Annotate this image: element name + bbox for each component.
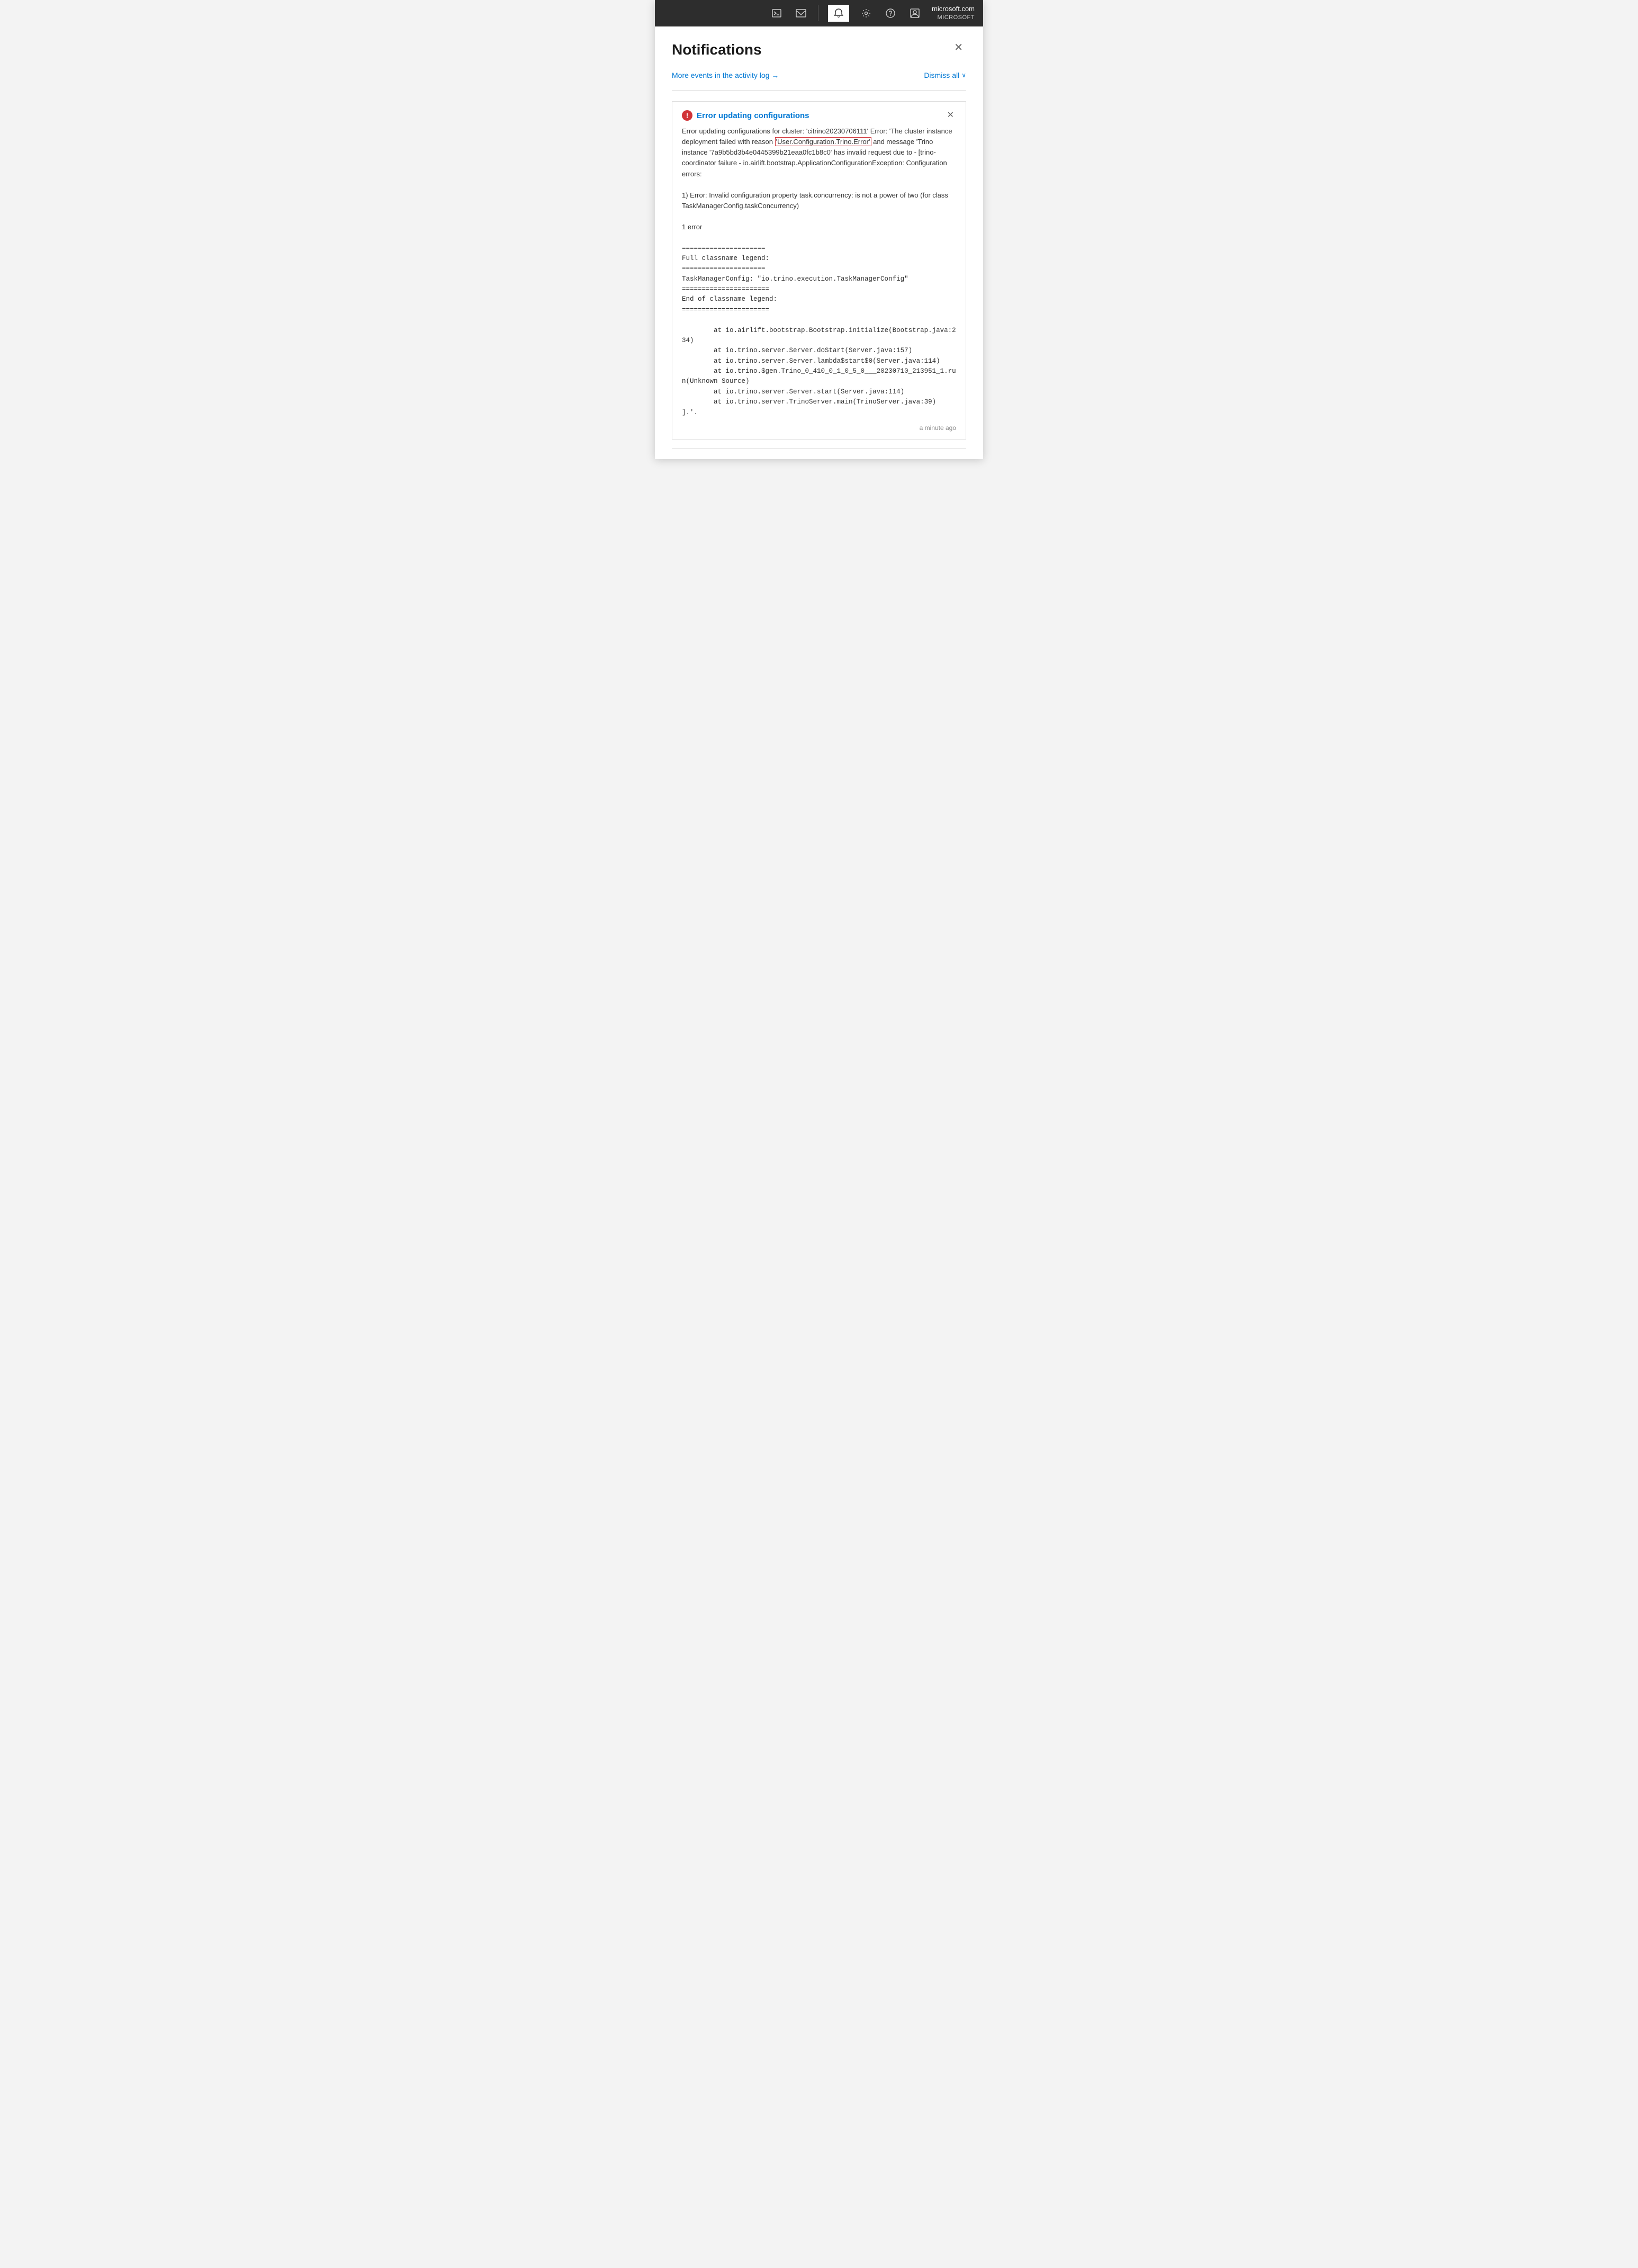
page-title: Notifications [672,41,762,58]
settings-icon[interactable] [859,6,874,21]
top-nav: microsoft.com MICROSOFT [655,0,983,26]
bottom-divider [672,448,966,449]
dismiss-all-button[interactable]: Dismiss all ∨ [924,71,966,79]
notification-title: Error updating configurations [697,111,809,120]
notification-error-count: 1 error [682,223,702,231]
notification-error-detail: 1) Error: Invalid configuration property… [682,191,948,210]
notification-close-button[interactable]: ✕ [945,111,956,120]
notification-title-row: ! Error updating configurations [682,110,809,121]
nav-user-domain: microsoft.com [932,5,975,14]
dismiss-all-label: Dismiss all [924,71,959,79]
notification-footer: a minute ago [682,424,956,432]
notification-body: Error updating configurations for cluste… [682,126,956,418]
bell-icon[interactable] [828,5,849,22]
nav-user-org: MICROSOFT [932,14,975,21]
app-container: microsoft.com MICROSOFT Notifications ✕ … [655,0,983,459]
panel-actions: More events in the activity log → Dismis… [672,71,966,79]
error-icon: ! [682,110,692,121]
user-icon[interactable] [907,6,922,21]
panel-header: Notifications ✕ [672,41,966,58]
chevron-down-icon: ∨ [961,71,966,79]
notification-card: ! Error updating configurations ✕ Error … [672,101,966,440]
filter-icon[interactable] [794,6,808,21]
notification-timestamp: a minute ago [920,424,956,432]
notification-highlight: 'User.Configuration.Trino.Error' [775,137,871,146]
help-icon[interactable] [883,6,898,21]
panel-divider [672,90,966,91]
nav-user: microsoft.com MICROSOFT [932,5,975,21]
notification-code-block: ===================== Full classname leg… [682,244,956,418]
panel-close-button[interactable]: ✕ [951,41,966,54]
notifications-panel: Notifications ✕ More events in the activ… [655,26,983,459]
notification-card-header: ! Error updating configurations ✕ [682,110,956,121]
activity-log-link[interactable]: More events in the activity log → [672,71,779,79]
terminal-icon[interactable] [769,6,784,21]
